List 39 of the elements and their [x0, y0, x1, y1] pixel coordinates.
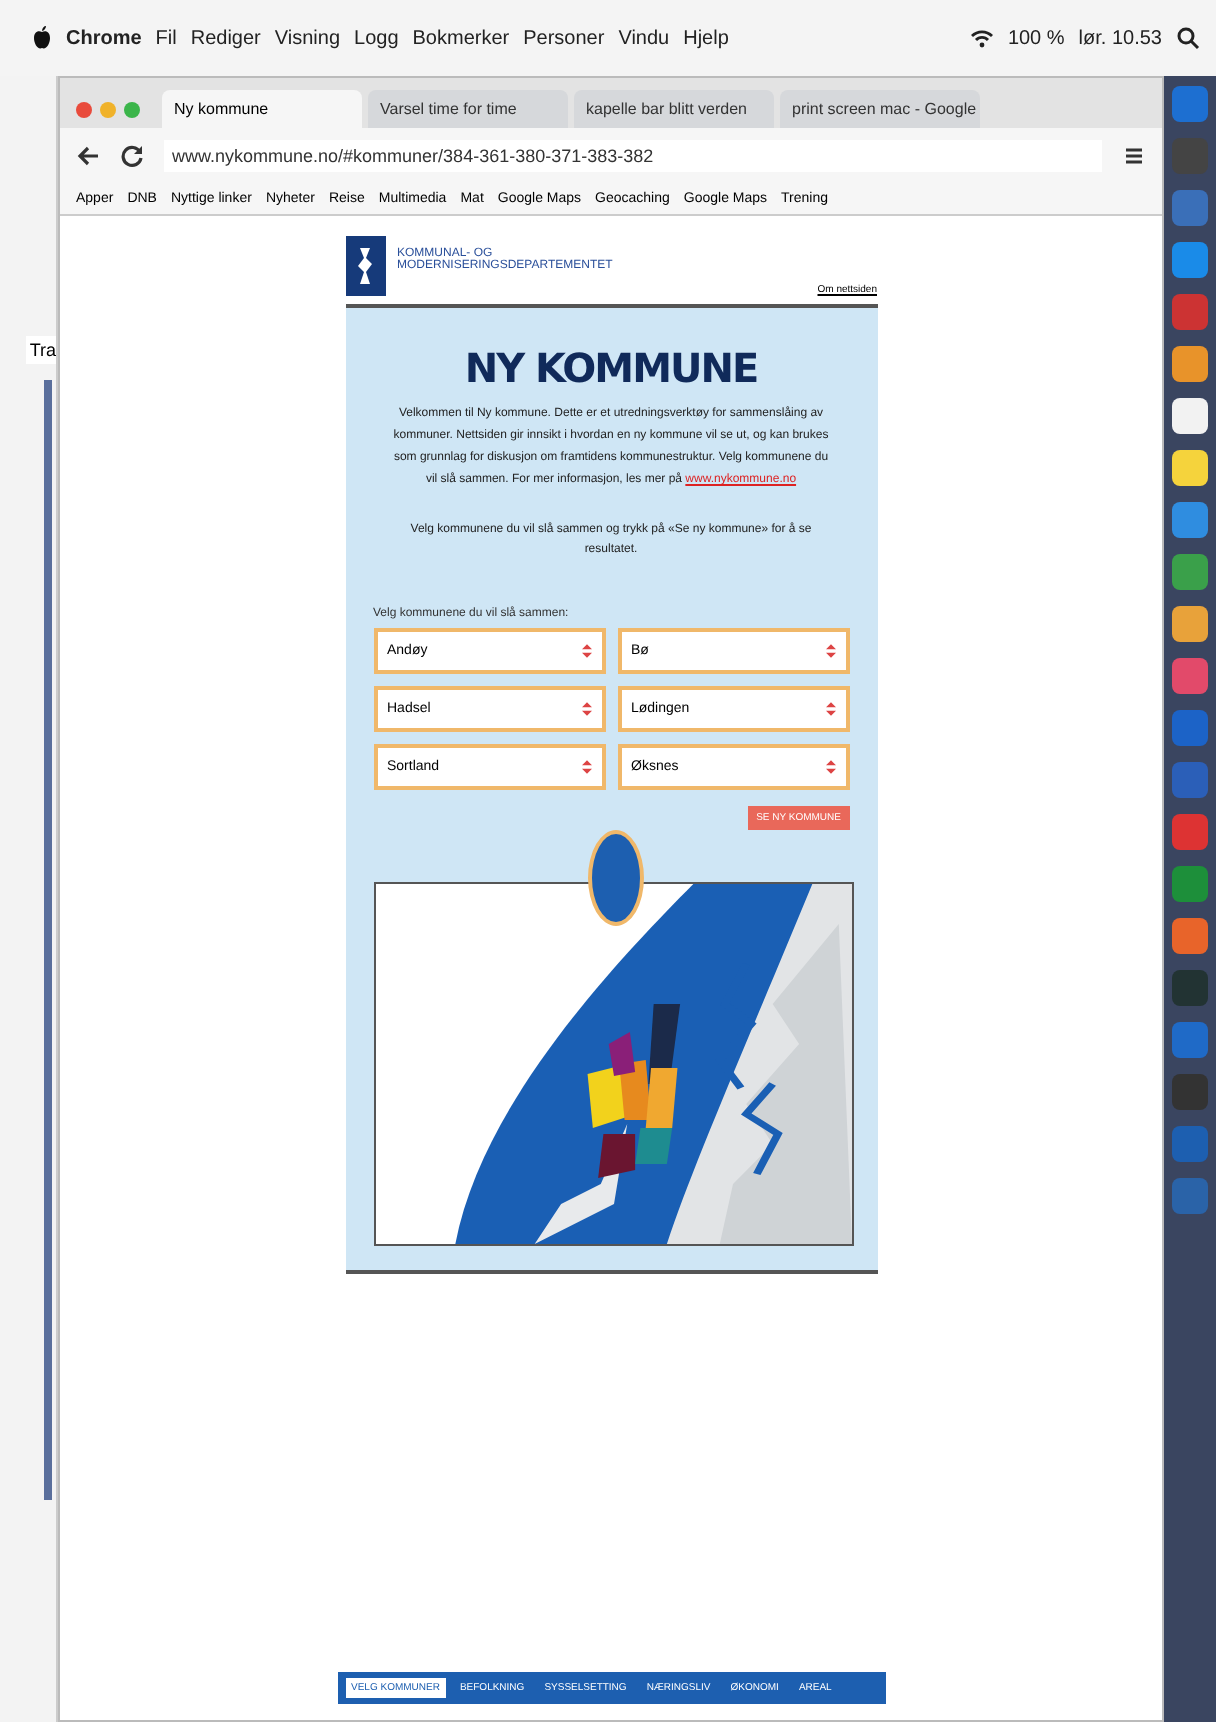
browser-tab[interactable]: Varsel time for time [368, 90, 568, 128]
reload-icon[interactable] [120, 144, 144, 168]
browser-tab[interactable]: print screen mac - Google [780, 90, 980, 128]
close-window-icon[interactable] [76, 101, 92, 117]
dropdown-arrows-icon [825, 702, 835, 716]
app-icon[interactable] [1170, 448, 1210, 488]
browser-tab[interactable]: kapelle bar blitt verden [574, 90, 774, 128]
dropdown-arrows-icon [581, 644, 591, 658]
menu-item[interactable]: Rediger [190, 27, 261, 49]
menu-item[interactable]: Fil [155, 27, 177, 49]
menu-item[interactable]: Chrome [66, 27, 142, 49]
menu-item[interactable]: Vindu [618, 27, 670, 49]
menu-icon[interactable] [1122, 144, 1146, 168]
dropdown-arrows-icon [825, 644, 835, 658]
map-badge-icon[interactable] [587, 830, 643, 926]
minimize-window-icon[interactable] [100, 101, 116, 117]
menu-item[interactable]: Personer [523, 27, 605, 49]
window-text: Tra [25, 336, 56, 364]
apple-icon[interactable] [32, 26, 52, 50]
clock: lør. 10.53 [1078, 27, 1162, 49]
dropdown-arrows-icon [825, 760, 835, 774]
dropdown-arrows-icon [581, 760, 591, 774]
address-field[interactable]: www.nykommune.no/#kommuner/384-361-380-371-383-382 [164, 140, 1102, 172]
app-icon[interactable] [1170, 344, 1210, 384]
wifi-icon[interactable] [969, 26, 994, 50]
battery-level: 100 % [1007, 27, 1065, 49]
menu-item[interactable]: Bokmerker [412, 27, 510, 49]
search-icon[interactable] [1176, 26, 1200, 50]
menu-item[interactable]: Visning [274, 27, 341, 49]
menu-item[interactable]: Hjelp [683, 27, 729, 49]
browser-tab[interactable]: Ny kommune [162, 90, 362, 128]
zoom-window-icon[interactable] [124, 101, 140, 117]
app-icon[interactable] [1170, 396, 1210, 436]
dropdown-arrows-icon [581, 702, 591, 716]
menu-item[interactable]: Logg [354, 27, 399, 49]
back-icon[interactable] [76, 144, 100, 168]
page-title: NY KOMMUNE [464, 344, 758, 392]
app-icon[interactable] [1170, 604, 1210, 644]
lion-crest-icon [345, 236, 385, 296]
